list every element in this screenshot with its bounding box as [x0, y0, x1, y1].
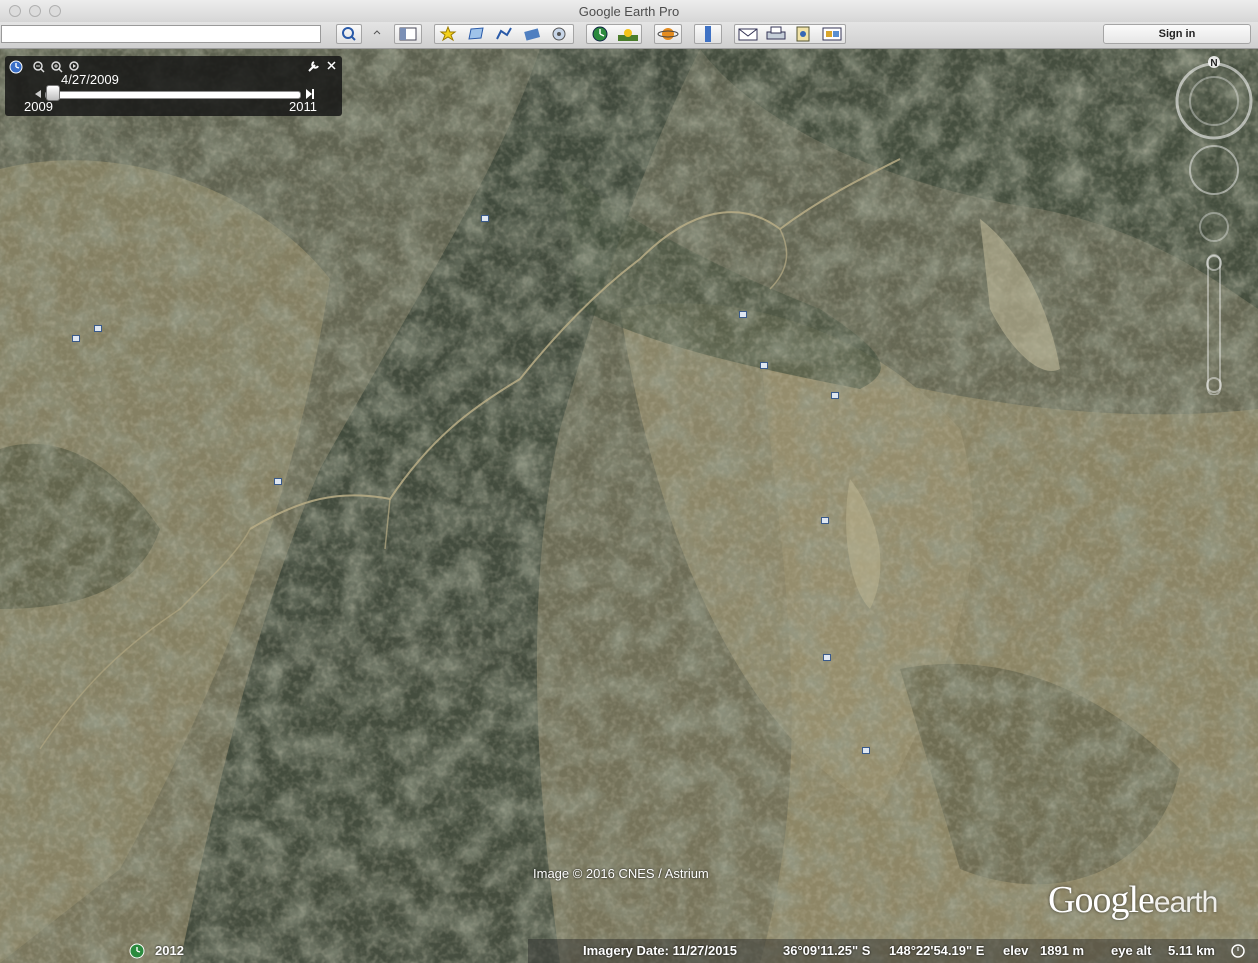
- search-icon: [342, 27, 356, 41]
- window-title: Google Earth Pro: [578, 4, 680, 19]
- search-options-button[interactable]: [372, 24, 384, 44]
- record-tour-icon: [552, 27, 566, 41]
- zoom-slider[interactable]: [1206, 254, 1222, 396]
- compass-ring[interactable]: [1175, 62, 1253, 140]
- placemark-marker[interactable]: [760, 362, 768, 369]
- close-icon[interactable]: [326, 60, 338, 72]
- longitude: 148°22'54.19" E: [889, 943, 985, 958]
- zoom-out-time-icon[interactable]: [32, 60, 45, 73]
- sun-icon: [618, 29, 638, 41]
- add-polygon-icon: [468, 27, 484, 40]
- navigation-controls: N: [1172, 55, 1256, 400]
- placemark-marker[interactable]: [831, 392, 839, 399]
- north-label: N: [1210, 58, 1217, 69]
- clock-icon[interactable]: [9, 60, 23, 74]
- planets-button[interactable]: [654, 24, 682, 44]
- placemark-marker[interactable]: [94, 325, 102, 332]
- placemark-marker[interactable]: [862, 747, 870, 754]
- add-placemark-icon: [439, 25, 457, 42]
- sign-in-button[interactable]: Sign in: [1103, 24, 1251, 44]
- search-button[interactable]: [336, 24, 362, 44]
- planets-icon: [657, 28, 679, 40]
- sidebar-icon: [399, 27, 417, 41]
- elevation-value: 1891 m: [1040, 943, 1085, 958]
- placemark-marker[interactable]: [823, 654, 831, 661]
- google-earth-logo: Googleearth: [1048, 879, 1218, 921]
- print-icon: [766, 26, 786, 40]
- placemark-marker[interactable]: [821, 517, 829, 524]
- search-input[interactable]: [1, 25, 321, 43]
- placemark-marker[interactable]: [739, 311, 747, 318]
- eye-altitude-value: 5.11 km: [1168, 943, 1215, 958]
- elevation-label: elev: [1003, 943, 1029, 958]
- title-bar: Google Earth Pro: [0, 0, 1258, 23]
- look-joystick[interactable]: [1189, 145, 1239, 195]
- sidebar-toggle-button[interactable]: [394, 24, 422, 44]
- ruler-icon: [705, 26, 711, 42]
- historical-imagery-slider: 4/27/2009 2009 2011: [5, 56, 342, 116]
- latitude: 36°09'11.25" S: [783, 943, 871, 958]
- historical-imagery-badge-icon[interactable]: [128, 942, 146, 960]
- selected-date: 4/27/2009: [61, 72, 119, 87]
- step-back-icon[interactable]: [33, 89, 43, 99]
- slider-start-year: 2009: [24, 99, 53, 114]
- history-year[interactable]: 2012: [155, 943, 184, 958]
- tools-group: [434, 24, 574, 44]
- image-overlay-icon: [524, 28, 541, 41]
- save-image-icon: [796, 26, 810, 42]
- move-joystick[interactable]: [1199, 212, 1229, 242]
- image-credit: Image © 2016 CNES / Astrium: [533, 866, 709, 881]
- view-in-maps-icon: [822, 27, 842, 41]
- imagery-date: Imagery Date: 11/27/2015: [583, 943, 737, 958]
- streaming-indicator-icon: [1231, 944, 1245, 958]
- placemark-marker[interactable]: [274, 478, 282, 485]
- time-slider-track[interactable]: [45, 91, 301, 99]
- placemark-marker[interactable]: [72, 335, 80, 342]
- chevron-up-icon: [373, 30, 381, 35]
- view-group: [586, 24, 642, 44]
- wrench-icon[interactable]: [307, 60, 320, 73]
- ruler-button[interactable]: [694, 24, 722, 44]
- toolbar: Sign in: [0, 22, 1258, 49]
- map-view[interactable]: [0, 49, 1258, 963]
- historical-imagery-icon: [592, 26, 608, 42]
- share-group: [734, 24, 846, 44]
- email-icon: [738, 28, 758, 41]
- add-path-icon: [496, 27, 512, 40]
- terrain-imagery: [0, 49, 1258, 963]
- eye-altitude-label: eye alt: [1111, 943, 1152, 958]
- slider-end-year: 2011: [289, 99, 317, 114]
- placemark-marker[interactable]: [481, 215, 489, 222]
